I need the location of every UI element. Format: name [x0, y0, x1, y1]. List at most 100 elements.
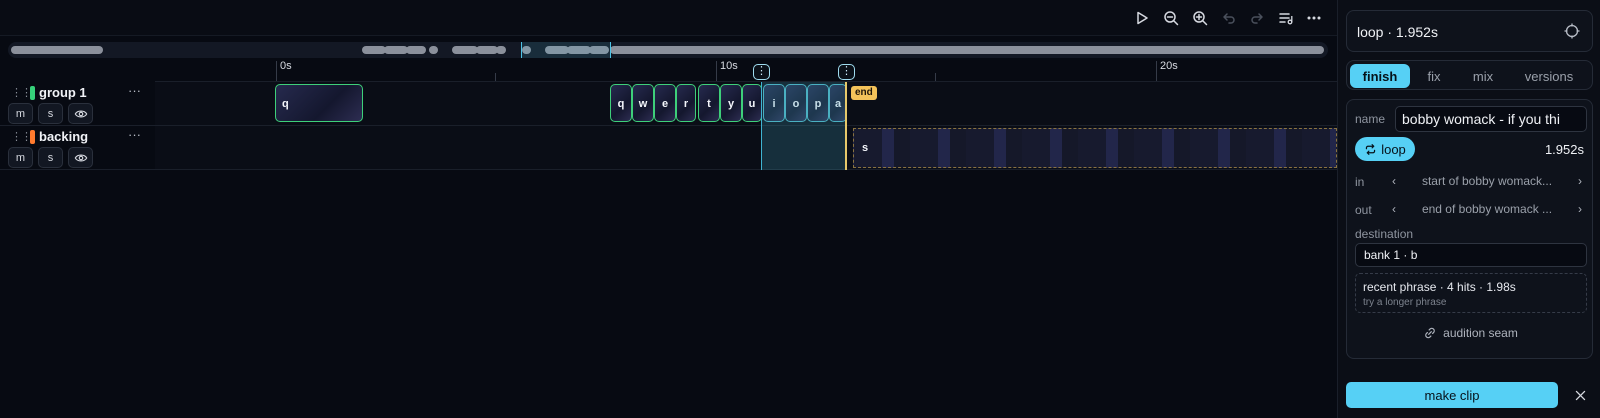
redo-icon	[1251, 13, 1263, 24]
play-button[interactable]	[1132, 8, 1152, 28]
loop-start-marker[interactable]: ⋮	[753, 64, 770, 80]
recent-phrase-hint: try a longer phrase	[1363, 297, 1447, 308]
toolbar	[0, 0, 1337, 36]
more-button[interactable]	[1304, 8, 1324, 28]
tab-finish[interactable]: finish	[1350, 64, 1410, 88]
loop-region[interactable]	[761, 82, 847, 170]
overview-segment	[452, 46, 478, 54]
name-label: name	[1355, 112, 1386, 126]
overview-segment	[429, 46, 438, 54]
eye-icon	[74, 153, 87, 162]
end-marker-badge[interactable]: end	[851, 86, 877, 100]
chevron-right-icon[interactable]: ›	[1573, 174, 1587, 188]
target-icon[interactable]	[1564, 23, 1580, 39]
mute-button[interactable]: m	[8, 147, 33, 168]
clip-backing[interactable]: s	[853, 128, 1337, 168]
destination-input[interactable]: bank 1 · b	[1355, 243, 1587, 267]
drag-handle-icon[interactable]: ⋮⋮	[11, 130, 32, 143]
tab-fix[interactable]: fix	[1410, 64, 1458, 88]
overview-segment	[362, 46, 386, 54]
panel-tabs: finish fix mix versions	[1346, 60, 1593, 90]
chevron-left-icon[interactable]: ‹	[1387, 202, 1401, 216]
tab-versions[interactable]: versions	[1508, 64, 1590, 88]
inspector-panel: loop · 1.952s finish fix mix versions na…	[1337, 0, 1600, 418]
clip[interactable]: r	[676, 84, 696, 122]
zoom-in-icon	[1193, 11, 1208, 26]
track-more-icon[interactable]: ···	[128, 83, 141, 98]
clip[interactable]: y	[720, 84, 742, 122]
track-header-backing: ⋮⋮ backing ··· m s	[0, 126, 155, 170]
in-selector: ‹ start of bobby womack... ›	[1387, 171, 1587, 191]
out-selector: ‹ end of bobby womack ... ›	[1387, 199, 1587, 219]
out-label: out	[1355, 203, 1372, 217]
in-value[interactable]: start of bobby womack...	[1401, 174, 1573, 188]
loop-end-marker[interactable]: ⋮	[838, 64, 855, 80]
solo-button[interactable]: s	[38, 147, 63, 168]
track-more-icon[interactable]: ···	[128, 127, 141, 142]
track-color-swatch	[30, 130, 35, 144]
ruler-tick-label: 0s	[280, 60, 292, 72]
play-icon	[1137, 11, 1148, 25]
recent-phrase-title: recent phrase · 4 hits · 1.98s	[1363, 280, 1516, 294]
recent-phrase-box[interactable]: recent phrase · 4 hits · 1.98s try a lon…	[1355, 273, 1587, 313]
make-clip-button[interactable]: make clip	[1346, 382, 1558, 408]
more-icon	[1307, 16, 1321, 20]
in-label: in	[1355, 175, 1365, 189]
overview-segment	[496, 46, 506, 54]
loop-button[interactable]: loop	[1355, 137, 1415, 161]
zoom-in-button[interactable]	[1190, 8, 1210, 28]
solo-button[interactable]: s	[38, 103, 63, 124]
overview-segment	[476, 46, 498, 54]
overview-viewport-handle[interactable]	[521, 42, 611, 58]
undo-icon	[1223, 13, 1235, 24]
playlist-icon	[1279, 13, 1293, 25]
out-value[interactable]: end of bobby womack ...	[1401, 202, 1573, 216]
track-name[interactable]: backing	[39, 129, 88, 144]
visibility-button[interactable]	[68, 147, 93, 168]
clip[interactable]: t	[698, 84, 720, 122]
overview-segment	[406, 46, 426, 54]
overview-scrollbar[interactable]	[8, 42, 1328, 58]
overview-segment	[384, 46, 408, 54]
ruler-tick-label: 10s	[720, 60, 738, 72]
finish-form: name bobby womack - if you thi loop 1.95…	[1346, 99, 1593, 359]
tab-mix[interactable]: mix	[1458, 64, 1508, 88]
ruler-tick-label: 20s	[1160, 60, 1178, 72]
redo-button[interactable]	[1247, 8, 1267, 28]
track-header-group-1: ⋮⋮ group 1 ··· m s	[0, 82, 155, 126]
mute-button[interactable]: m	[8, 103, 33, 124]
clip[interactable]: q	[275, 84, 363, 122]
timeline-editor: 0s 10s 20s ⋮ ⋮ ⋮⋮ group 1 ··· m s ⋮⋮ bac…	[0, 0, 1337, 418]
close-icon	[1575, 390, 1585, 400]
close-button[interactable]	[1571, 386, 1589, 404]
eye-icon	[74, 109, 87, 118]
clip[interactable]: q	[610, 84, 632, 122]
track-name[interactable]: group 1	[39, 85, 87, 100]
overview-segment	[11, 46, 103, 54]
clip[interactable]: u	[742, 84, 762, 122]
visibility-button[interactable]	[68, 103, 93, 124]
loop-length: 1.952s	[1544, 142, 1584, 157]
playlist-button[interactable]	[1276, 8, 1296, 28]
destination-label: destination	[1355, 227, 1414, 241]
zoom-out-icon	[1164, 11, 1179, 26]
chevron-right-icon[interactable]: ›	[1573, 202, 1587, 216]
time-ruler[interactable]: 0s 10s 20s	[155, 60, 1337, 82]
audition-label: audition seam	[1443, 326, 1518, 340]
clip[interactable]: w	[632, 84, 654, 122]
undo-button[interactable]	[1219, 8, 1239, 28]
drag-handle-icon[interactable]: ⋮⋮	[11, 86, 32, 99]
clip[interactable]: e	[654, 84, 676, 122]
track-color-swatch	[30, 86, 35, 100]
zoom-out-button[interactable]	[1161, 8, 1181, 28]
panel-header: loop · 1.952s	[1346, 10, 1593, 52]
chevron-left-icon[interactable]: ‹	[1387, 174, 1401, 188]
overview-segment	[610, 46, 1324, 54]
panel-title: loop · 1.952s	[1357, 24, 1438, 40]
loop-button-label: loop	[1381, 141, 1406, 157]
link-icon	[1425, 327, 1435, 339]
audition-seam-button[interactable]: audition seam	[1347, 323, 1594, 343]
track-lane-group-1[interactable]: q q w e r t y u i o p a	[155, 82, 1337, 126]
loop-icon	[1366, 143, 1376, 155]
name-input[interactable]: bobby womack - if you thi	[1395, 106, 1587, 132]
